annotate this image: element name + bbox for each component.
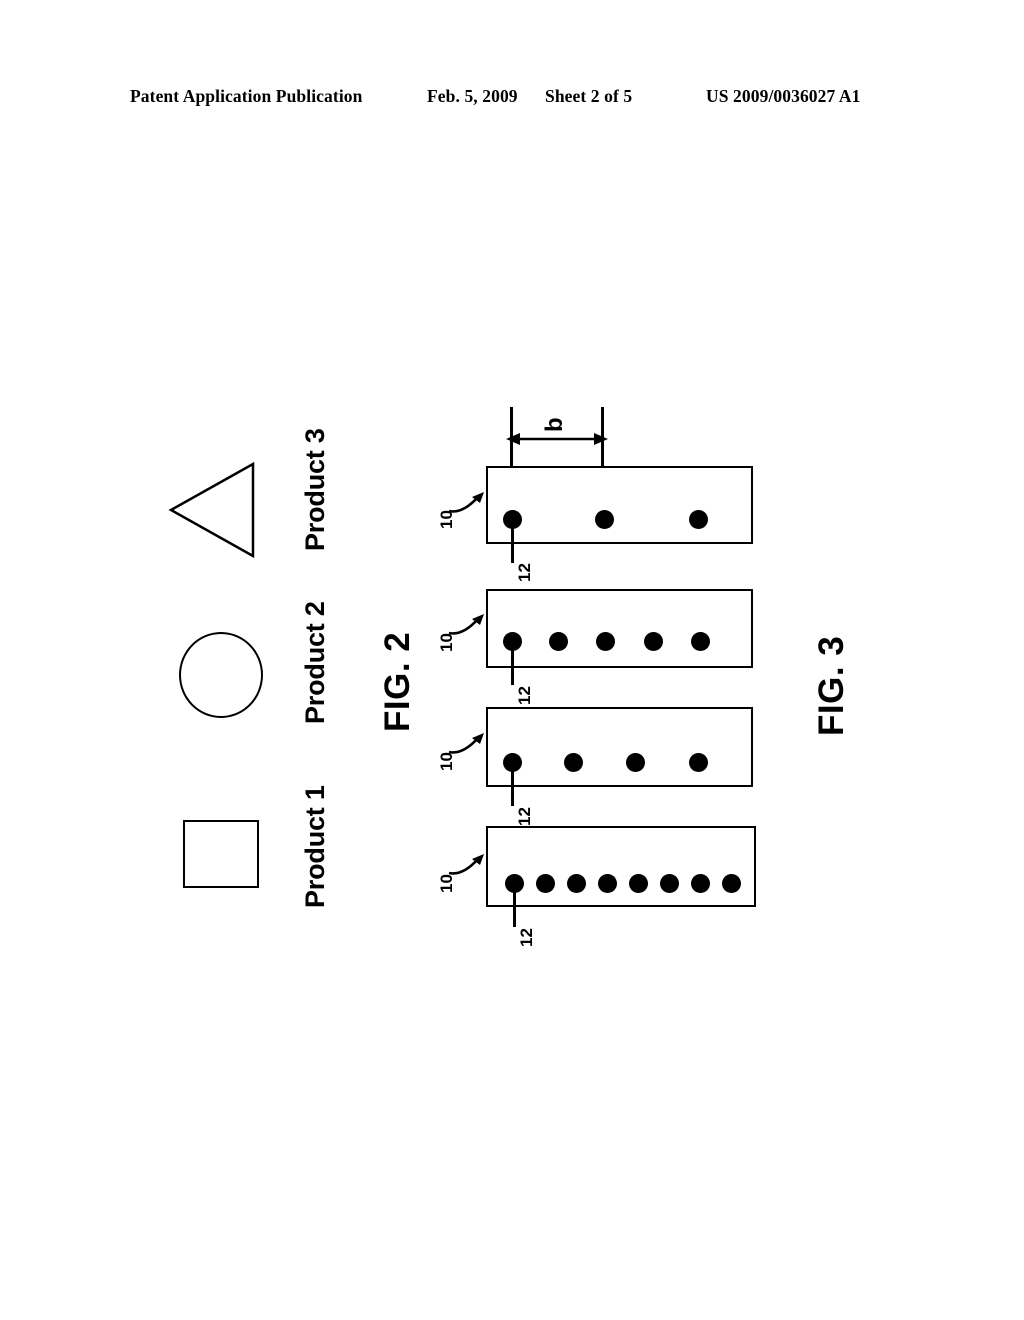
product-3-triangle-shape bbox=[165, 455, 260, 565]
dot-marker bbox=[596, 632, 615, 651]
dot-reference-numeral: 12 bbox=[515, 686, 534, 705]
dot-marker bbox=[689, 753, 708, 772]
substrate-reference-numeral: 10 bbox=[437, 510, 456, 529]
product-1-label: Product 1 bbox=[300, 785, 330, 908]
product-2-circle-shape bbox=[179, 632, 263, 718]
dot-marker bbox=[567, 874, 586, 893]
substrate-strip bbox=[486, 826, 756, 907]
leader-line-dot-ref bbox=[511, 523, 514, 563]
substrate-reference-numeral: 10 bbox=[437, 752, 456, 771]
dot-marker bbox=[598, 874, 617, 893]
dot-marker bbox=[629, 874, 648, 893]
dot-marker bbox=[691, 874, 710, 893]
leader-line-dot-ref bbox=[513, 887, 516, 927]
leader-line-dot-ref bbox=[511, 645, 514, 685]
substrate-strip bbox=[486, 589, 753, 668]
dot-marker bbox=[536, 874, 555, 893]
substrate-strip bbox=[486, 466, 753, 544]
dimension-b-label: b bbox=[541, 417, 568, 432]
dot-reference-numeral: 12 bbox=[515, 563, 534, 582]
dot-marker bbox=[549, 632, 568, 651]
drawing-sheet: Product 3 Product 2 Product 1 FIG. 2 b 1… bbox=[0, 0, 1024, 1320]
dot-reference-numeral: 12 bbox=[517, 928, 536, 947]
substrate-reference-numeral: 10 bbox=[437, 633, 456, 652]
dot-marker bbox=[660, 874, 679, 893]
dot-marker bbox=[689, 510, 708, 529]
leader-line-dot-ref bbox=[511, 766, 514, 806]
product-3-label: Product 3 bbox=[300, 428, 330, 551]
figure-3-caption: FIG. 3 bbox=[812, 635, 851, 736]
dot-marker bbox=[595, 510, 614, 529]
substrate-reference-numeral: 10 bbox=[437, 874, 456, 893]
dot-reference-numeral: 12 bbox=[515, 807, 534, 826]
dot-marker bbox=[691, 632, 710, 651]
substrate-strip bbox=[486, 707, 753, 787]
figure-2-caption: FIG. 2 bbox=[378, 631, 417, 732]
dot-marker bbox=[722, 874, 741, 893]
dot-marker bbox=[564, 753, 583, 772]
dot-marker bbox=[644, 632, 663, 651]
dot-marker bbox=[626, 753, 645, 772]
product-2-label: Product 2 bbox=[300, 601, 330, 724]
product-1-square-shape bbox=[183, 820, 259, 888]
